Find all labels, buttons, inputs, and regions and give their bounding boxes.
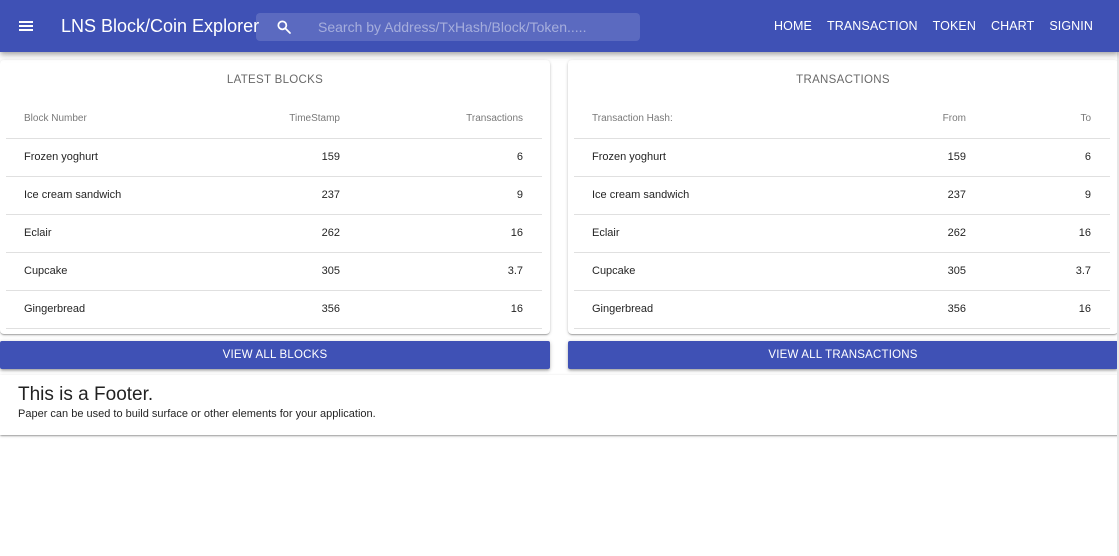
table-cell: Cupcake — [574, 252, 834, 291]
table-cell: 305 — [834, 252, 985, 291]
nav-chart-link[interactable]: CHART — [991, 19, 1034, 34]
table-cell: Frozen yoghurt — [6, 138, 196, 177]
footer-text: Paper can be used to build surface or ot… — [18, 408, 376, 420]
table-cell: 159 — [196, 138, 359, 177]
table-row[interactable]: Gingerbread 356 16 — [6, 290, 542, 329]
footer-title: This is a Footer. — [18, 384, 154, 405]
table-row[interactable]: Ice cream sandwich 237 9 — [6, 176, 542, 215]
table-cell: Frozen yoghurt — [574, 138, 834, 177]
table-cell: 159 — [834, 138, 985, 177]
table-cell: 356 — [834, 290, 985, 329]
panel-title: TRANSACTIONS — [796, 74, 890, 86]
table-cell: 9 — [359, 176, 542, 215]
nav-signin-link[interactable]: SIGNIN — [1049, 19, 1093, 34]
table-cell: 16 — [985, 214, 1110, 253]
transactions-table: Transaction Hash: From To Frozen yoghurt… — [574, 99, 1110, 329]
column-header: From — [834, 99, 985, 139]
panel-title: LATEST BLOCKS — [226, 74, 324, 86]
column-header: Transaction Hash: — [574, 99, 834, 139]
table-cell: 262 — [834, 214, 985, 253]
table-cell: 305 — [196, 252, 359, 291]
app-bar: LNS Block/Coin Explorer HOME TRANSACTION… — [0, 0, 1119, 52]
table-cell: Gingerbread — [6, 290, 196, 329]
table-row[interactable]: Frozen yoghurt 159 6 — [574, 138, 1110, 177]
table-cell: 237 — [834, 176, 985, 215]
table-row[interactable]: Gingerbread 356 16 — [574, 290, 1110, 329]
table-cell: 16 — [359, 290, 542, 329]
table-cell: 16 — [359, 214, 542, 253]
table-row[interactable]: Eclair 262 16 — [574, 214, 1110, 253]
table-cell: Eclair — [574, 214, 834, 253]
footer: This is a Footer. Paper can be used to b… — [0, 375, 1119, 435]
table-cell: 16 — [985, 290, 1110, 329]
table-cell: 3.7 — [359, 252, 542, 291]
menu-icon[interactable] — [12, 12, 40, 40]
transactions-panel: TRANSACTIONS Transaction Hash: From To F… — [568, 60, 1118, 334]
table-header-row: Transaction Hash: From To — [574, 99, 1110, 139]
view-all-transactions-button[interactable]: VIEW ALL TRANSACTIONS — [568, 341, 1118, 369]
table-cell: 3.7 — [985, 252, 1110, 291]
column-header: TimeStamp — [196, 99, 359, 139]
search-input[interactable] — [318, 13, 628, 41]
search-bar — [256, 13, 640, 41]
table-row[interactable]: Frozen yoghurt 159 6 — [6, 138, 542, 177]
table-header-row: Block Number TimeStamp Transactions — [6, 99, 542, 139]
table-cell: 6 — [985, 138, 1110, 177]
table-cell: 262 — [196, 214, 359, 253]
table-cell: Eclair — [6, 214, 196, 253]
column-header: Transactions — [359, 99, 542, 139]
search-icon[interactable] — [276, 19, 292, 35]
table-cell: 9 — [985, 176, 1110, 215]
nav-home-link[interactable]: HOME — [774, 19, 812, 34]
table-cell: 356 — [196, 290, 359, 329]
table-cell: Ice cream sandwich — [574, 176, 834, 215]
blocks-table: Block Number TimeStamp Transactions Froz… — [6, 99, 542, 329]
nav-transaction-link[interactable]: TRANSACTION — [827, 19, 918, 34]
table-cell: 6 — [359, 138, 542, 177]
table-cell: Ice cream sandwich — [6, 176, 196, 215]
app-title: LNS Block/Coin Explorer — [61, 16, 260, 36]
table-row[interactable]: Eclair 262 16 — [6, 214, 542, 253]
table-cell: Gingerbread — [574, 290, 834, 329]
nav-token-link[interactable]: TOKEN — [933, 19, 976, 34]
view-all-blocks-button[interactable]: VIEW ALL BLOCKS — [0, 341, 550, 369]
table-row[interactable]: Cupcake 305 3.7 — [6, 252, 542, 291]
column-header: Block Number — [6, 99, 196, 139]
latest-blocks-panel: LATEST BLOCKS Block Number TimeStamp Tra… — [0, 60, 550, 334]
table-cell: Cupcake — [6, 252, 196, 291]
column-header: To — [985, 99, 1110, 139]
table-row[interactable]: Ice cream sandwich 237 9 — [574, 176, 1110, 215]
table-cell: 237 — [196, 176, 359, 215]
main-nav: HOME TRANSACTION TOKEN CHART SIGNIN — [774, 19, 1093, 34]
table-row[interactable]: Cupcake 305 3.7 — [574, 252, 1110, 291]
